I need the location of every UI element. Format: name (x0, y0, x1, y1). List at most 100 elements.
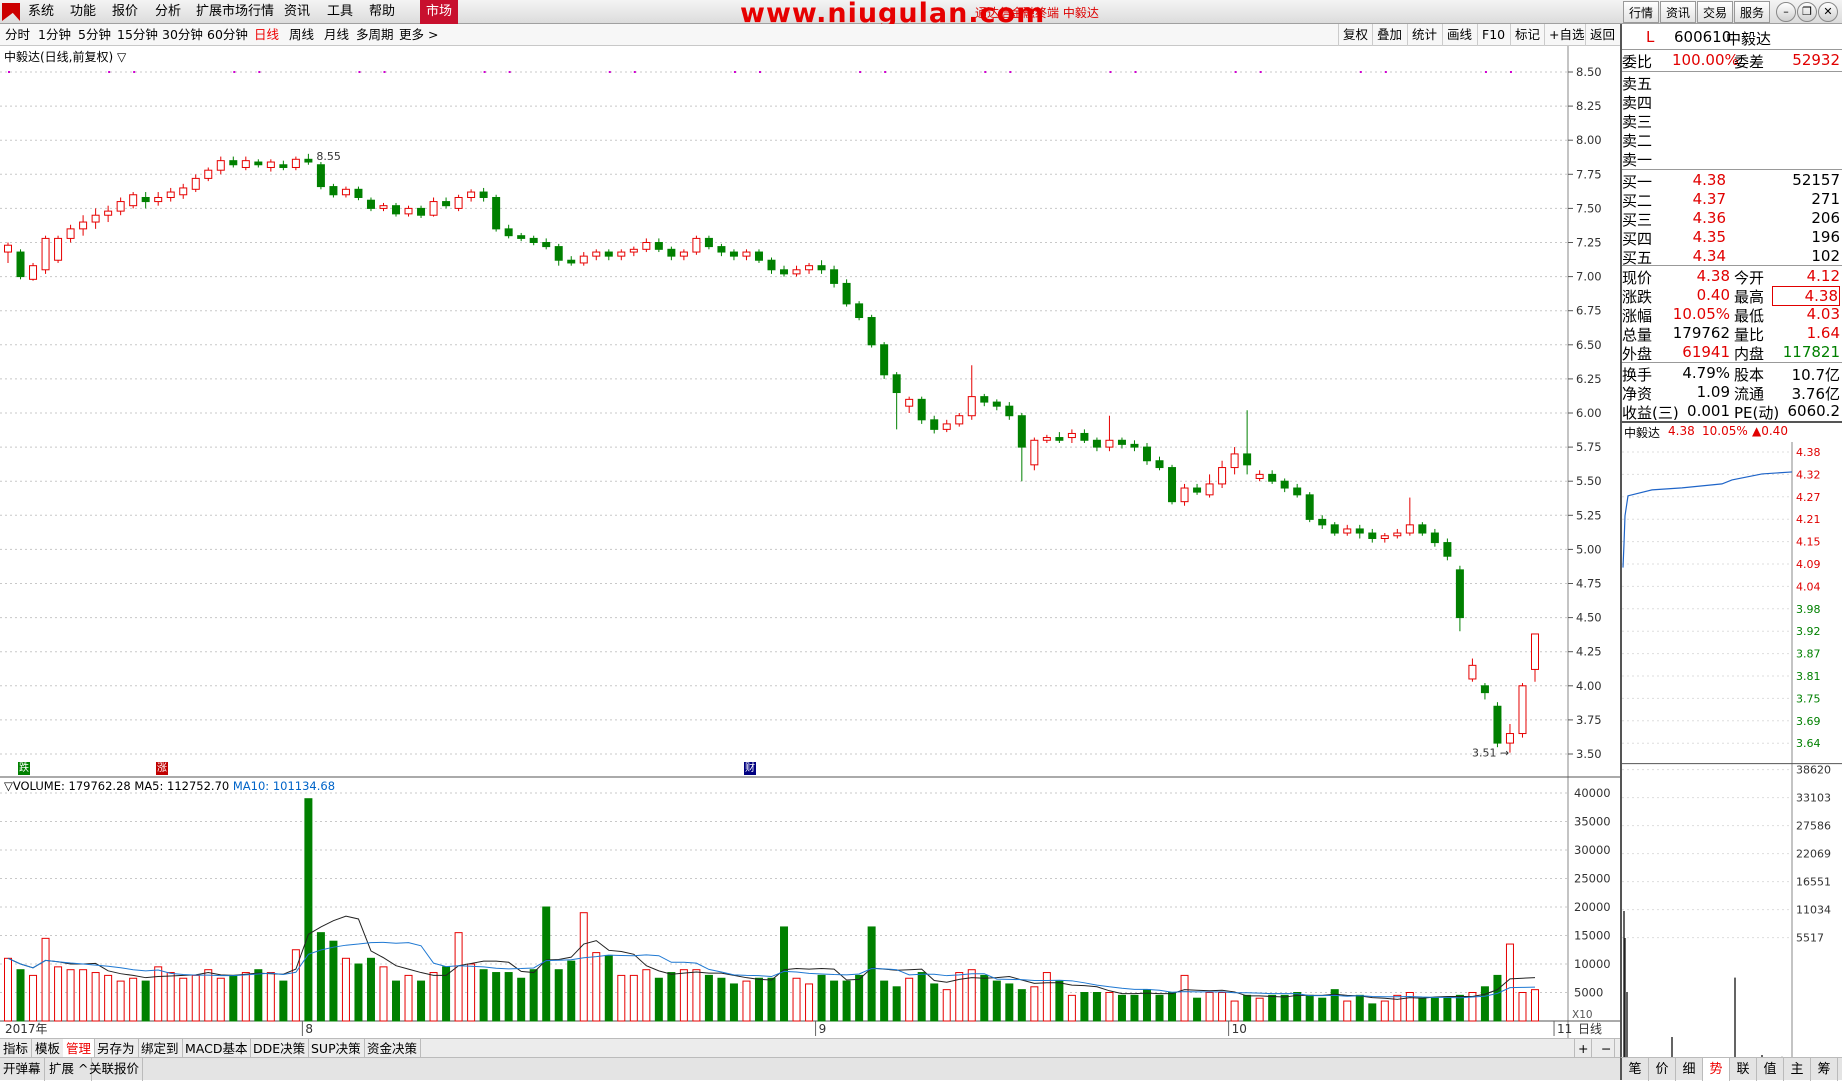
candle[interactable] (442, 201, 451, 207)
candle[interactable] (754, 251, 763, 261)
candle[interactable] (1480, 685, 1489, 694)
candle[interactable] (1218, 467, 1227, 485)
candle[interactable] (867, 317, 876, 346)
candle[interactable] (316, 164, 325, 188)
candle[interactable] (704, 237, 713, 248)
candle[interactable] (341, 188, 350, 196)
candle[interactable] (304, 158, 313, 163)
candle[interactable] (905, 398, 914, 407)
right-tab-2[interactable]: 细 (1676, 1058, 1703, 1081)
candle[interactable] (542, 242, 551, 248)
candle[interactable] (1155, 460, 1164, 469)
candle[interactable] (429, 201, 438, 216)
overlay-button[interactable]: 叠加 (1372, 24, 1406, 46)
candle[interactable] (279, 164, 288, 168)
period-15min[interactable]: 15分钟 (117, 24, 158, 46)
right-tab-7[interactable]: 筹 (1811, 1058, 1838, 1081)
period-60min[interactable]: 60分钟 (207, 24, 248, 46)
menu-news[interactable]: 资讯 (284, 0, 310, 24)
candle[interactable] (1455, 569, 1464, 619)
candle[interactable] (454, 196, 463, 209)
candle[interactable] (805, 265, 814, 271)
tab-dde[interactable]: DDE决策 (250, 1039, 310, 1058)
tab-sup[interactable]: SUP决策 (308, 1039, 365, 1058)
candle[interactable] (354, 188, 363, 198)
right-tab-3[interactable]: 势 (1703, 1058, 1730, 1081)
candle[interactable] (817, 265, 826, 271)
kline-chart[interactable]: 8.50 8.25 8.00 7.75 7.50 7.25 7.00 6.75 6.50 6.25… (0, 46, 1620, 1038)
candle[interactable] (567, 259, 576, 264)
menu-market[interactable]: 市场 (420, 0, 459, 24)
top-service-button[interactable]: 服务 (1734, 1, 1770, 23)
candle[interactable] (517, 235, 526, 239)
event-marker-rise[interactable]: 涨 (156, 762, 168, 775)
tab-indicator[interactable]: 指标 (0, 1039, 33, 1058)
f10-button[interactable]: F10 (1477, 24, 1509, 46)
candle[interactable] (1117, 439, 1126, 445)
candle[interactable] (1030, 439, 1039, 466)
candle[interactable] (1067, 432, 1076, 439)
logo-icon[interactable] (2, 3, 20, 21)
candle[interactable] (967, 396, 976, 417)
candle[interactable] (729, 251, 738, 257)
menu-extended-market[interactable]: 扩展市场行情 (196, 0, 274, 24)
tab-template[interactable]: 模板 (32, 1039, 65, 1058)
period-more[interactable]: 更多 > (399, 24, 438, 46)
candle[interactable] (1305, 494, 1314, 520)
candle[interactable] (1055, 437, 1064, 441)
period-monthly[interactable]: 月线 (324, 24, 349, 46)
candle[interactable] (1430, 532, 1439, 544)
candle[interactable] (1105, 439, 1114, 448)
event-marker-finance[interactable]: 财 (744, 762, 756, 775)
candle[interactable] (980, 396, 989, 403)
candle[interactable] (141, 196, 150, 203)
candle[interactable] (1017, 415, 1026, 448)
candle[interactable] (1418, 524, 1427, 534)
candle[interactable] (166, 191, 175, 198)
right-tab-6[interactable]: 主 (1784, 1058, 1811, 1081)
candle[interactable] (1293, 487, 1302, 496)
period-multi[interactable]: 多周期 (356, 24, 394, 46)
candle[interactable] (79, 221, 88, 230)
candle[interactable] (554, 246, 563, 261)
candle[interactable] (692, 237, 701, 253)
candle[interactable] (830, 269, 839, 284)
candle[interactable] (855, 303, 864, 319)
candle[interactable] (241, 160, 250, 168)
candle[interactable] (54, 237, 63, 261)
candle[interactable] (291, 158, 300, 168)
candle[interactable] (1405, 524, 1414, 534)
related-quote-button[interactable]: 关联报价 (86, 1058, 144, 1081)
candle[interactable] (717, 246, 726, 253)
candle[interactable] (1318, 518, 1327, 526)
tab-bind[interactable]: 绑定到 (138, 1039, 183, 1058)
candle[interactable] (191, 177, 200, 190)
candle[interactable] (579, 255, 588, 264)
candle[interactable] (917, 398, 926, 421)
candle[interactable] (467, 191, 476, 198)
period-timeshare[interactable]: 分时 (5, 24, 30, 46)
candle[interactable] (842, 282, 851, 305)
candle[interactable] (1393, 532, 1402, 537)
candle[interactable] (1180, 487, 1189, 503)
candle[interactable] (742, 251, 751, 257)
tab-save-as[interactable]: 另存为 (94, 1039, 139, 1058)
candle[interactable] (1531, 633, 1539, 670)
right-tab-4[interactable]: 联 (1730, 1058, 1757, 1081)
candle[interactable] (1468, 664, 1477, 680)
candle[interactable] (179, 187, 188, 196)
period-5min[interactable]: 5分钟 (78, 24, 111, 46)
candle[interactable] (329, 186, 338, 196)
menu-tools[interactable]: 工具 (327, 0, 353, 24)
candle[interactable] (366, 199, 375, 209)
candle[interactable] (604, 251, 613, 257)
candle[interactable] (654, 242, 663, 250)
candle[interactable] (942, 423, 951, 430)
tab-manage[interactable]: 管理 (63, 1039, 96, 1058)
add-watchlist-button[interactable]: +自选 (1544, 24, 1588, 46)
menu-quote[interactable]: 报价 (112, 0, 138, 24)
restore-icon[interactable]: ❐ (1797, 2, 1817, 22)
candle[interactable] (1092, 439, 1101, 448)
candle[interactable] (204, 169, 213, 179)
right-tab-0[interactable]: 笔 (1622, 1058, 1649, 1081)
